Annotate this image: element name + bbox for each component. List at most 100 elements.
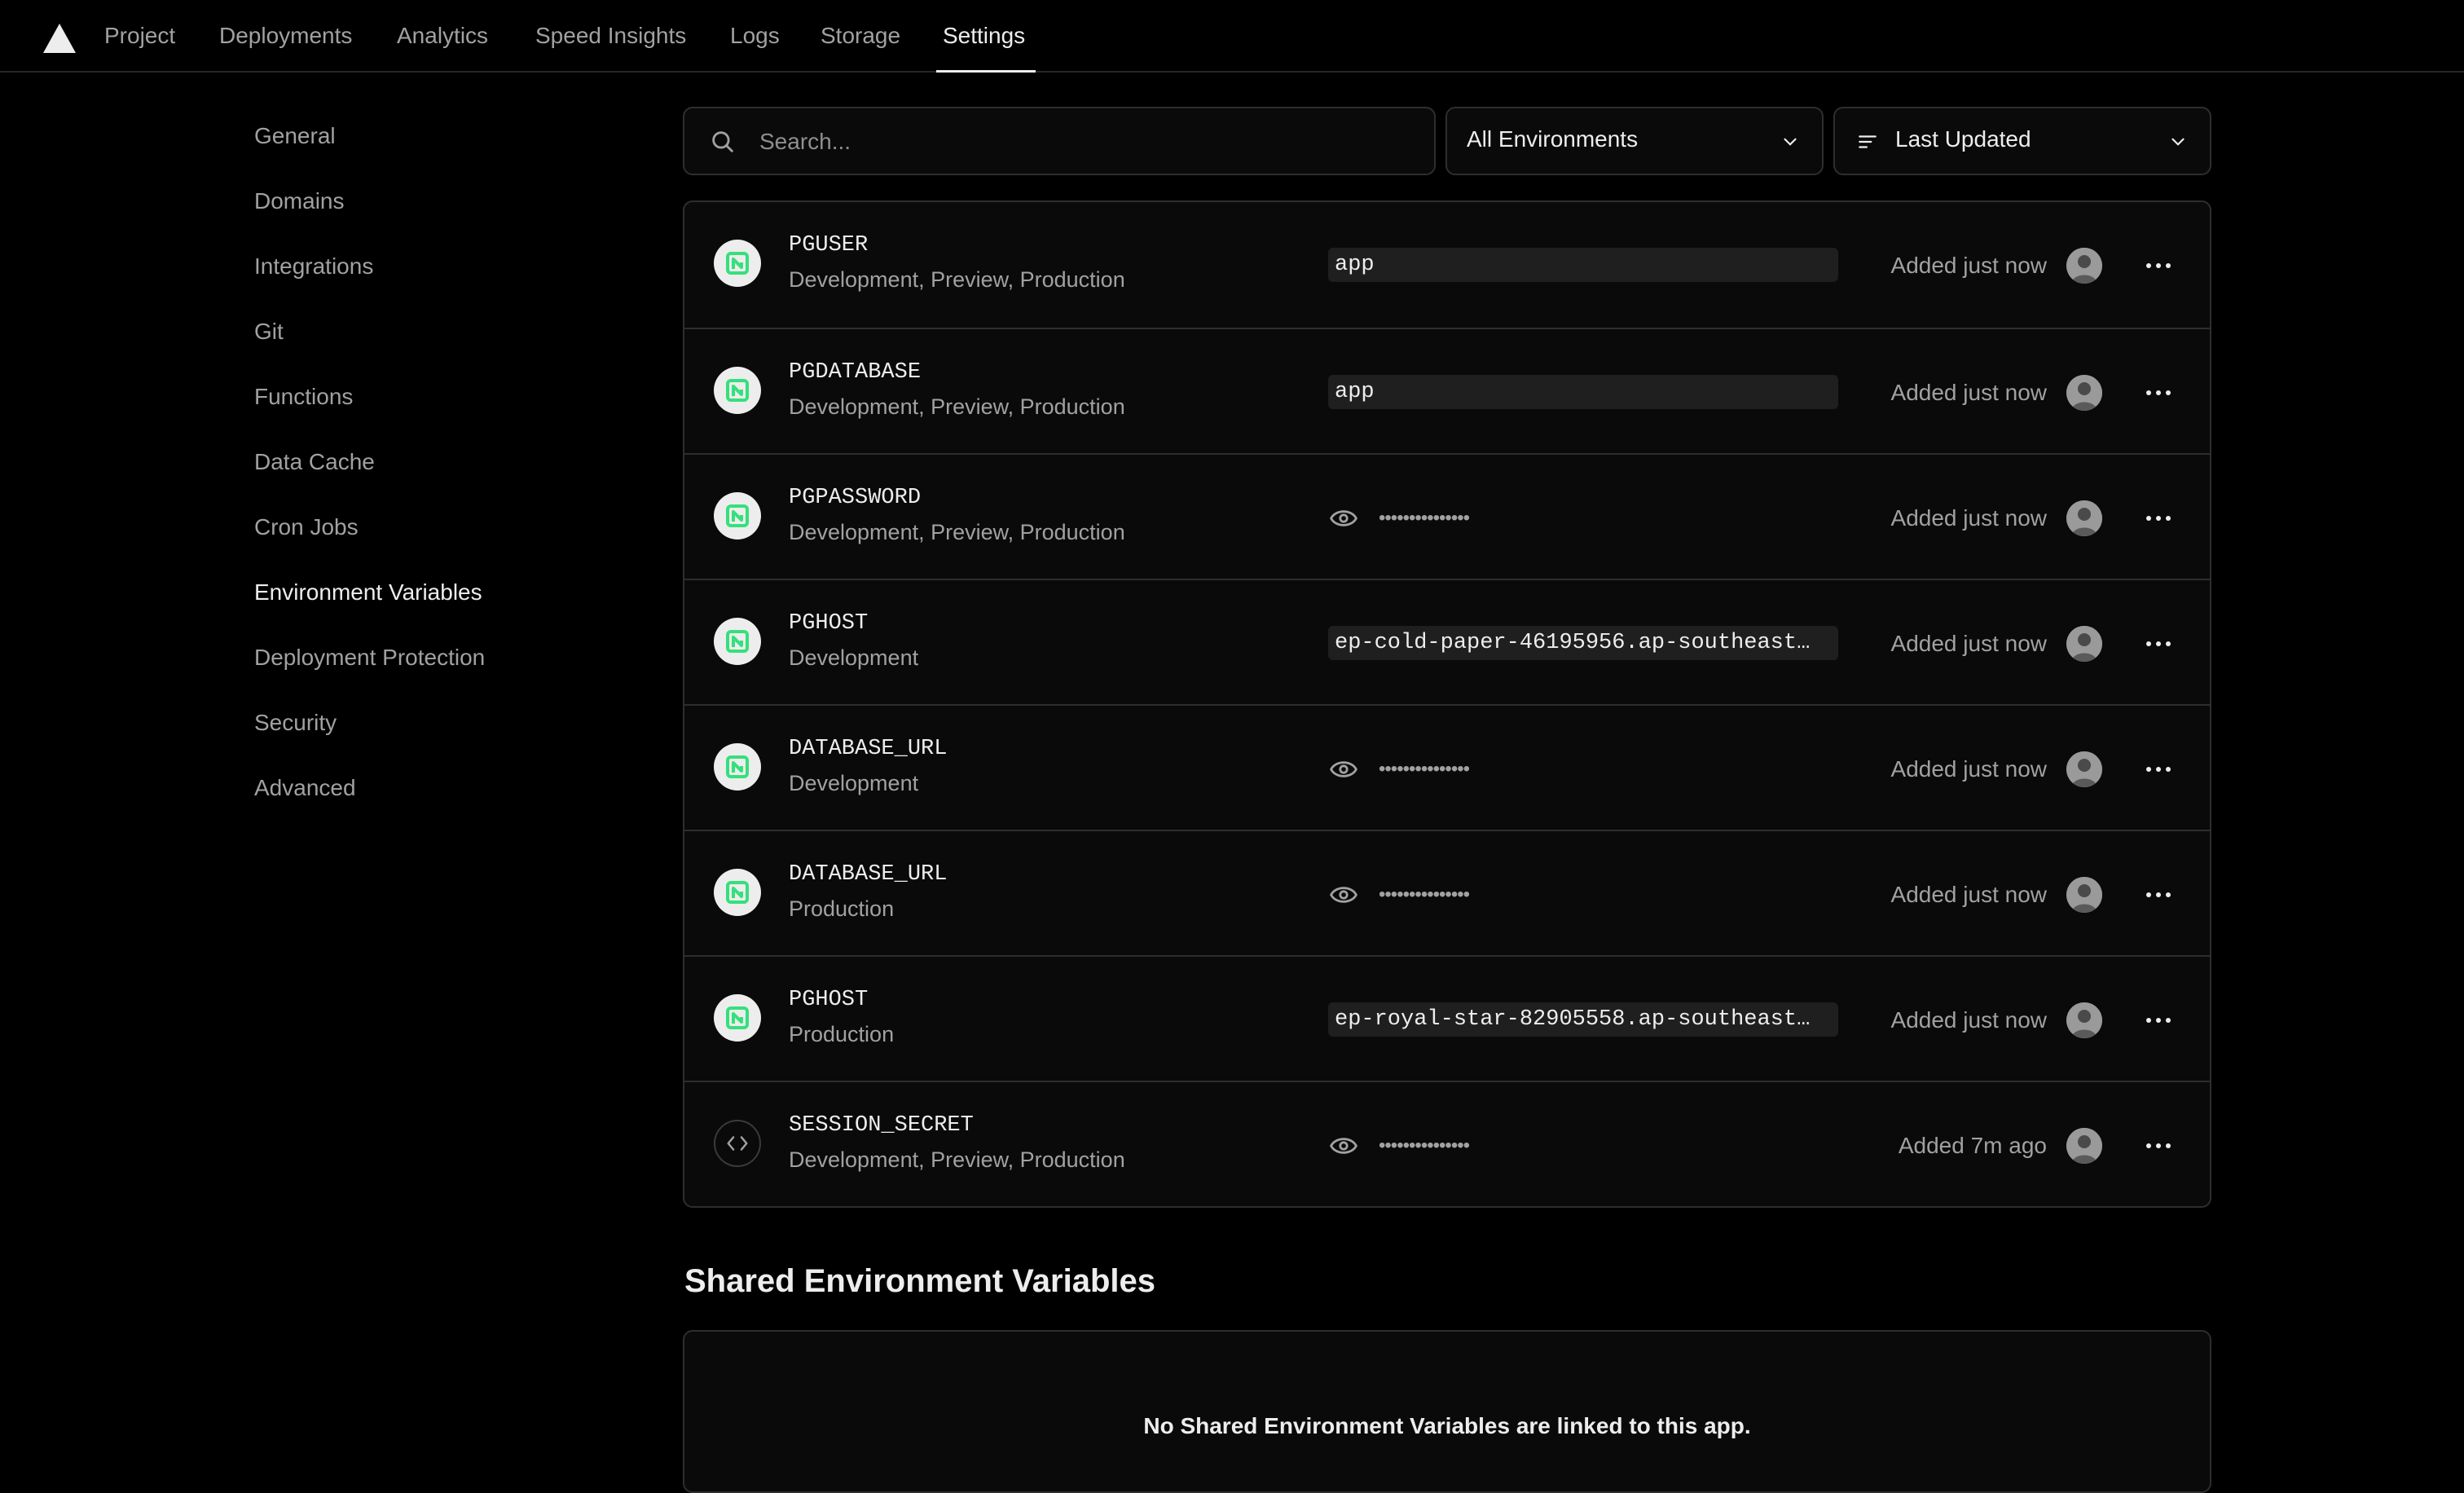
neon-logo-icon (726, 252, 749, 275)
sidebar-item-security[interactable]: Security (254, 708, 337, 738)
chevron-down-icon (2171, 138, 2185, 146)
neon-integration-icon (714, 492, 761, 540)
env-var-environments: Development, Preview, Production (789, 394, 1125, 419)
env-var-added-time: Added 7m ago (1898, 1133, 2047, 1158)
sidebar-item-general[interactable]: General (254, 121, 336, 151)
env-var-value[interactable]: app (1328, 248, 1838, 282)
masked-value: ••••••••••••••• (1379, 1134, 1470, 1156)
env-var-row[interactable]: PGUSER Development, Preview, Production ap… (684, 202, 2210, 328)
sort-select[interactable]: Last Updated (1833, 107, 2211, 175)
more-options-icon[interactable] (2138, 253, 2179, 279)
sidebar-item-functions[interactable]: Functions (254, 382, 353, 412)
search-input[interactable] (758, 123, 1413, 161)
avatar (2066, 500, 2102, 536)
search-field (683, 107, 1436, 175)
env-var-added-time: Added just now (1890, 882, 2047, 907)
top-nav: Project Deployments Analytics Speed Insi… (0, 0, 2464, 73)
env-var-environments: Development, Preview, Production (789, 267, 1125, 292)
env-var-value[interactable]: ep-cold-paper-46195956.ap-southeast… (1328, 626, 1838, 660)
sidebar-item-deployment-protection[interactable]: Deployment Protection (254, 643, 485, 672)
custom-variable-icon (714, 1120, 761, 1167)
tab-storage[interactable]: Storage (821, 21, 900, 51)
vercel-logo-icon[interactable] (42, 23, 77, 54)
neon-logo-icon (726, 379, 749, 402)
tab-speed-insights[interactable]: Speed Insights (535, 21, 686, 51)
avatar (2066, 248, 2102, 284)
env-var-value[interactable]: app (1328, 375, 1838, 409)
env-var-name: PGUSER (789, 233, 869, 258)
neon-logo-icon (726, 881, 749, 904)
avatar (2066, 751, 2102, 787)
code-brackets-icon (727, 1136, 748, 1151)
environment-filter-select[interactable]: All Environments (1445, 107, 1824, 175)
chevron-down-icon (1784, 138, 1797, 146)
neon-integration-icon (714, 994, 761, 1042)
env-var-list: PGUSER Development, Preview, Production ap… (683, 200, 2211, 1208)
sort-lines-icon (1859, 135, 1877, 148)
env-var-name: PGHOST (789, 611, 869, 636)
more-options-icon[interactable] (2138, 756, 2179, 782)
sidebar-item-environment-variables[interactable]: Environment Variables (254, 578, 482, 607)
env-var-environments: Development, Preview, Production (789, 520, 1125, 544)
sort-value: Last Updated (1895, 126, 2031, 152)
more-options-icon[interactable] (2138, 1133, 2179, 1159)
eye-icon[interactable] (1330, 883, 1357, 906)
env-var-environments: Production (789, 896, 895, 921)
neon-logo-icon (726, 630, 749, 653)
env-var-added-time: Added just now (1890, 380, 2047, 405)
more-options-icon[interactable] (2138, 380, 2179, 406)
env-var-row[interactable]: PGDATABASE Development, Preview, Producti… (684, 328, 2210, 453)
env-var-added-time: Added just now (1890, 756, 2047, 782)
neon-logo-icon (726, 1006, 749, 1029)
env-var-name: PGPASSWORD (789, 486, 922, 510)
neon-integration-icon (714, 869, 761, 916)
env-var-row[interactable]: PGPASSWORD Development, Preview, Producti… (684, 453, 2210, 579)
neon-integration-icon (714, 743, 761, 791)
more-options-icon[interactable] (2138, 631, 2179, 657)
more-options-icon[interactable] (2138, 505, 2179, 531)
masked-value: ••••••••••••••• (1379, 507, 1470, 529)
env-var-row[interactable]: DATABASE_URL Development ••••••••••••••• Ad… (684, 704, 2210, 830)
env-var-row[interactable]: SESSION_SECRET Development, Preview, Prod… (684, 1081, 2210, 1206)
eye-icon[interactable] (1330, 1134, 1357, 1157)
env-var-environments: Development (789, 771, 919, 795)
avatar (2066, 375, 2102, 411)
sidebar-item-integrations[interactable]: Integrations (254, 252, 373, 281)
shared-empty-message: No Shared Environment Variables are link… (1143, 1413, 1751, 1438)
tab-project[interactable]: Project (104, 21, 175, 51)
env-var-value[interactable]: ep-royal-star-82905558.ap-southeast… (1328, 1002, 1838, 1037)
env-var-name: SESSION_SECRET (789, 1113, 974, 1138)
sidebar-item-git[interactable]: Git (254, 317, 284, 346)
sidebar-item-cron-jobs[interactable]: Cron Jobs (254, 513, 359, 542)
tab-settings[interactable]: Settings (943, 21, 1025, 51)
env-var-name: PGDATABASE (789, 360, 922, 385)
neon-logo-icon (726, 755, 749, 778)
neon-integration-icon (714, 367, 761, 414)
env-var-added-time: Added just now (1890, 505, 2047, 531)
tab-analytics[interactable]: Analytics (397, 21, 488, 51)
tab-deployments[interactable]: Deployments (219, 21, 352, 51)
masked-value: ••••••••••••••• (1379, 883, 1470, 905)
more-options-icon[interactable] (2138, 1007, 2179, 1033)
env-var-row[interactable]: PGHOST Development ep-cold-paper-46195956.… (684, 579, 2210, 704)
more-options-icon[interactable] (2138, 882, 2179, 908)
sidebar-item-advanced[interactable]: Advanced (254, 773, 356, 803)
env-var-row[interactable]: PGHOST Production ep-royal-star-82905558.a… (684, 955, 2210, 1081)
neon-integration-icon (714, 618, 761, 665)
shared-section-title: Shared Environment Variables (684, 1263, 1155, 1299)
avatar (2066, 626, 2102, 662)
shared-env-vars-box: No Shared Environment Variables are link… (683, 1330, 2211, 1493)
env-var-added-time: Added just now (1890, 253, 2047, 278)
sidebar-item-data-cache[interactable]: Data Cache (254, 447, 375, 477)
eye-icon[interactable] (1330, 507, 1357, 530)
environment-filter-value: All Environments (1467, 126, 1639, 152)
neon-integration-icon (714, 240, 761, 287)
env-var-row[interactable]: DATABASE_URL Production ••••••••••••••• Add… (684, 830, 2210, 955)
avatar (2066, 1128, 2102, 1164)
neon-logo-icon (726, 504, 749, 527)
env-var-name: PGHOST (789, 988, 869, 1012)
active-tab-indicator (936, 70, 1036, 73)
sidebar-item-domains[interactable]: Domains (254, 187, 344, 216)
tab-logs[interactable]: Logs (730, 21, 780, 51)
eye-icon[interactable] (1330, 758, 1357, 781)
